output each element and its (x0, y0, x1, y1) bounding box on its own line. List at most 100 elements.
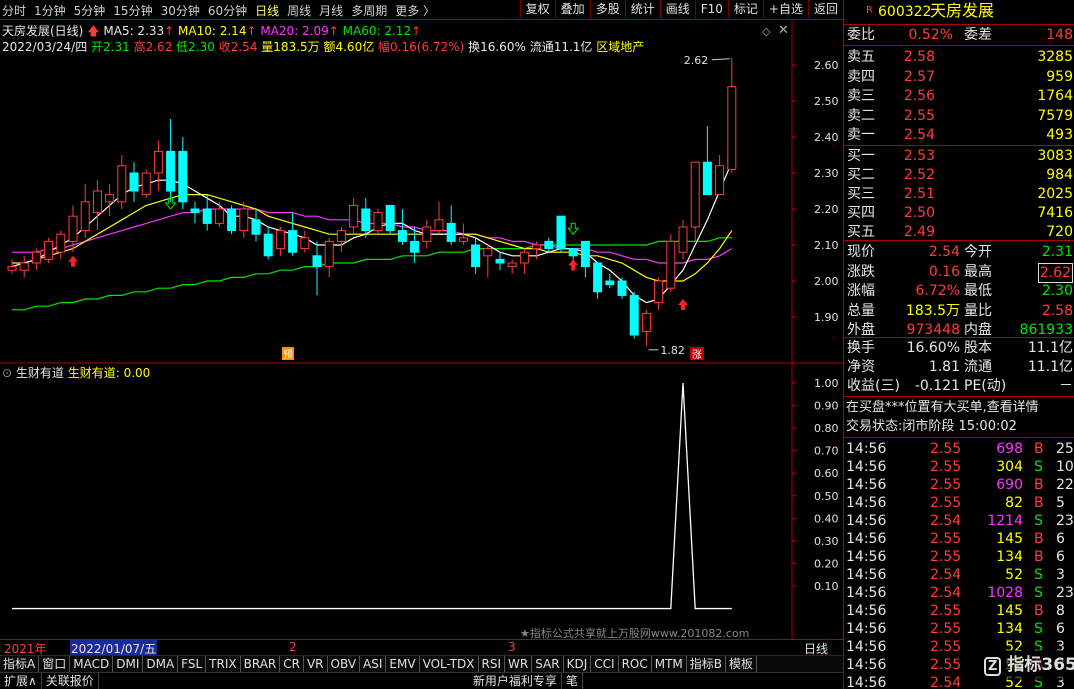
toolbar-button-6[interactable]: 标记 (727, 0, 763, 20)
bottom-item-1[interactable]: 关联报价 (42, 673, 99, 689)
candle-down (385, 204, 395, 232)
period-tab-10[interactable]: 更多 〉 (395, 2, 435, 19)
tick-row: 14:56 2.55 134 B 6 (844, 548, 1074, 566)
bid-row-3-label: 买四 (847, 205, 875, 221)
chart-area[interactable]: 1.90 2.00 2.10 2.20 2.30 2.40 2.50 2.60 2.62 1.82… (0, 20, 843, 655)
stat-row-2-l2: PE(动) (964, 378, 1007, 394)
period-tab-4[interactable]: 30分钟 (161, 2, 200, 19)
candle-down (251, 219, 261, 235)
stock-header: R 600322 天房发展 (844, 2, 1074, 22)
tick-count: 6 (1056, 621, 1065, 637)
indicator-tab-22[interactable]: 模板 (726, 656, 758, 672)
quote-row-0: 现价 2.54 今开 2.31 (844, 243, 1074, 261)
candle-down (617, 280, 627, 296)
indicator-name[interactable]: 生财有道 (16, 366, 64, 380)
indicator-tab-10[interactable]: OBV (328, 656, 361, 672)
tick-time: 14:56 (846, 621, 887, 637)
bottom-item-3[interactable]: 笔 (562, 673, 583, 689)
candle-down (495, 258, 505, 264)
ask-row-4: 卖一 2.54 493 (844, 126, 1074, 144)
period-tab-6[interactable]: 日线 (255, 2, 279, 19)
toolbar-button-3[interactable]: 统计 (624, 0, 660, 20)
indicator-tab-9[interactable]: VR (304, 656, 328, 672)
indicator-tab-8[interactable]: CR (280, 656, 304, 672)
indicator-tab-12[interactable]: EMV (386, 656, 420, 672)
period-tab-8[interactable]: 月线 (319, 2, 343, 19)
period-tab-9[interactable]: 多周期 (351, 2, 387, 19)
indicator-tab-1[interactable]: 窗口 (39, 656, 71, 672)
toolbar-button-1[interactable]: 叠加 (554, 0, 590, 20)
toolbar-button-8[interactable]: 返回 (807, 0, 843, 20)
ask-row-2-price: 2.56 (903, 88, 935, 104)
info-sector[interactable]: 区域地产 (596, 40, 644, 54)
ask-row-3-price: 2.55 (903, 107, 935, 124)
big-order-notice[interactable]: 在买盘***位置有大买单,查看详情 (846, 399, 1039, 417)
tick-direction: B (1034, 495, 1044, 511)
tick-volume: 134 (996, 549, 1023, 565)
candle-up (105, 194, 115, 203)
tick-price: 2.54 (930, 675, 962, 689)
high-label: 2.62 (684, 54, 709, 67)
tick-count: 10 (1056, 459, 1074, 475)
indicator-tab-5[interactable]: FSL (178, 656, 207, 672)
period-tab-0[interactable]: 分时 (2, 2, 26, 19)
quote-row-0-l2: 今开 (964, 244, 992, 260)
indicator-tab-16[interactable]: SAR (532, 656, 564, 672)
indicator-tab-13[interactable]: VOL-TDX (420, 656, 479, 672)
diamond-icon[interactable]: ◇ (762, 25, 770, 38)
indicator-tab-7[interactable]: BRAR (241, 656, 281, 672)
bid-row-0: 买一 2.53 3083 (844, 147, 1074, 165)
period-tab-1[interactable]: 1分钟 (34, 2, 66, 19)
indicator-tab-17[interactable]: KDJ (564, 656, 592, 672)
toolbar-button-2[interactable]: 多股 (589, 0, 625, 20)
indicator-tab-11[interactable]: ASI (360, 656, 387, 672)
indicator-tab-15[interactable]: WR (505, 656, 533, 672)
indicator-tab-2[interactable]: MACD (70, 656, 114, 672)
indicator-line (12, 382, 732, 610)
quote-row-3-l1: 总量 (847, 302, 875, 319)
indicator-tab-14[interactable]: RSI (479, 656, 506, 672)
indicator-tab-4[interactable]: DMA (143, 656, 179, 672)
tick-price: 2.55 (930, 621, 962, 637)
quote-row-3-v1: 183.5万 (905, 302, 960, 319)
candle-up (519, 251, 529, 264)
quote-row-3: 总量 183.5万 量比 2.58 (844, 302, 1074, 320)
indicator-tab-18[interactable]: CCI (591, 656, 619, 672)
bid-row-4-volume: 720 (1046, 224, 1073, 240)
indicator-tab-6[interactable]: TRIX (206, 656, 241, 672)
indicator-tab-0[interactable]: 指标A (0, 656, 40, 672)
close-icon[interactable]: ✕ (778, 23, 789, 38)
period-tab-7[interactable]: 周线 (287, 2, 311, 19)
trade-status-row: 交易状态:闭市阶段 15:00:02 (844, 418, 1074, 436)
tick-direction: B (1034, 603, 1044, 619)
tick-volume: 698 (996, 441, 1023, 457)
ind-tick-label: 0.10 (814, 580, 839, 593)
price-tick-label: 2.40 (814, 131, 839, 144)
period-tab-3[interactable]: 15分钟 (113, 2, 152, 19)
candle-down (166, 150, 176, 192)
indicator-tab-21[interactable]: 指标B (687, 656, 727, 672)
bid-row-0-volume: 3083 (1037, 148, 1073, 164)
gear-icon[interactable]: ⊙ (2, 366, 12, 380)
indicator-tab-3[interactable]: DMI (113, 656, 144, 672)
bid-row-0-price: 2.53 (903, 148, 935, 164)
period-tab-2[interactable]: 5分钟 (74, 2, 106, 19)
period-tab-5[interactable]: 60分钟 (208, 2, 247, 19)
toolbar-button-5[interactable]: F10 (694, 0, 728, 20)
toolbar-button-7[interactable]: +自选 (762, 0, 808, 20)
notice-row[interactable]: 在买盘***位置有大买单,查看详情 (844, 399, 1074, 417)
bottom-item-2[interactable]: 新用户福利专享 (469, 673, 562, 689)
period-tabs: 分时 1分钟 5分钟 15分钟 30分钟 60分钟 日线 周线 月线 多周期 更多 〉 (2, 2, 443, 19)
indicator-tab-19[interactable]: ROC (619, 656, 652, 672)
toolbar-button-4[interactable]: 画线 (659, 0, 695, 20)
tick-row: 14:56 2.55 690 B 22 (844, 476, 1074, 494)
bottom-item-0[interactable]: 扩展∧ (0, 673, 42, 689)
ma60-line (12, 237, 732, 311)
indicator-tab-20[interactable]: MTM (652, 656, 687, 672)
tick-time: 14:56 (846, 639, 887, 655)
quote-row-0-l1: 现价 (847, 244, 875, 260)
bid-row-1-label: 买二 (847, 167, 875, 183)
candle-down (702, 161, 712, 196)
toolbar-button-0[interactable]: 复权 (519, 0, 555, 20)
candle-down (605, 280, 615, 286)
